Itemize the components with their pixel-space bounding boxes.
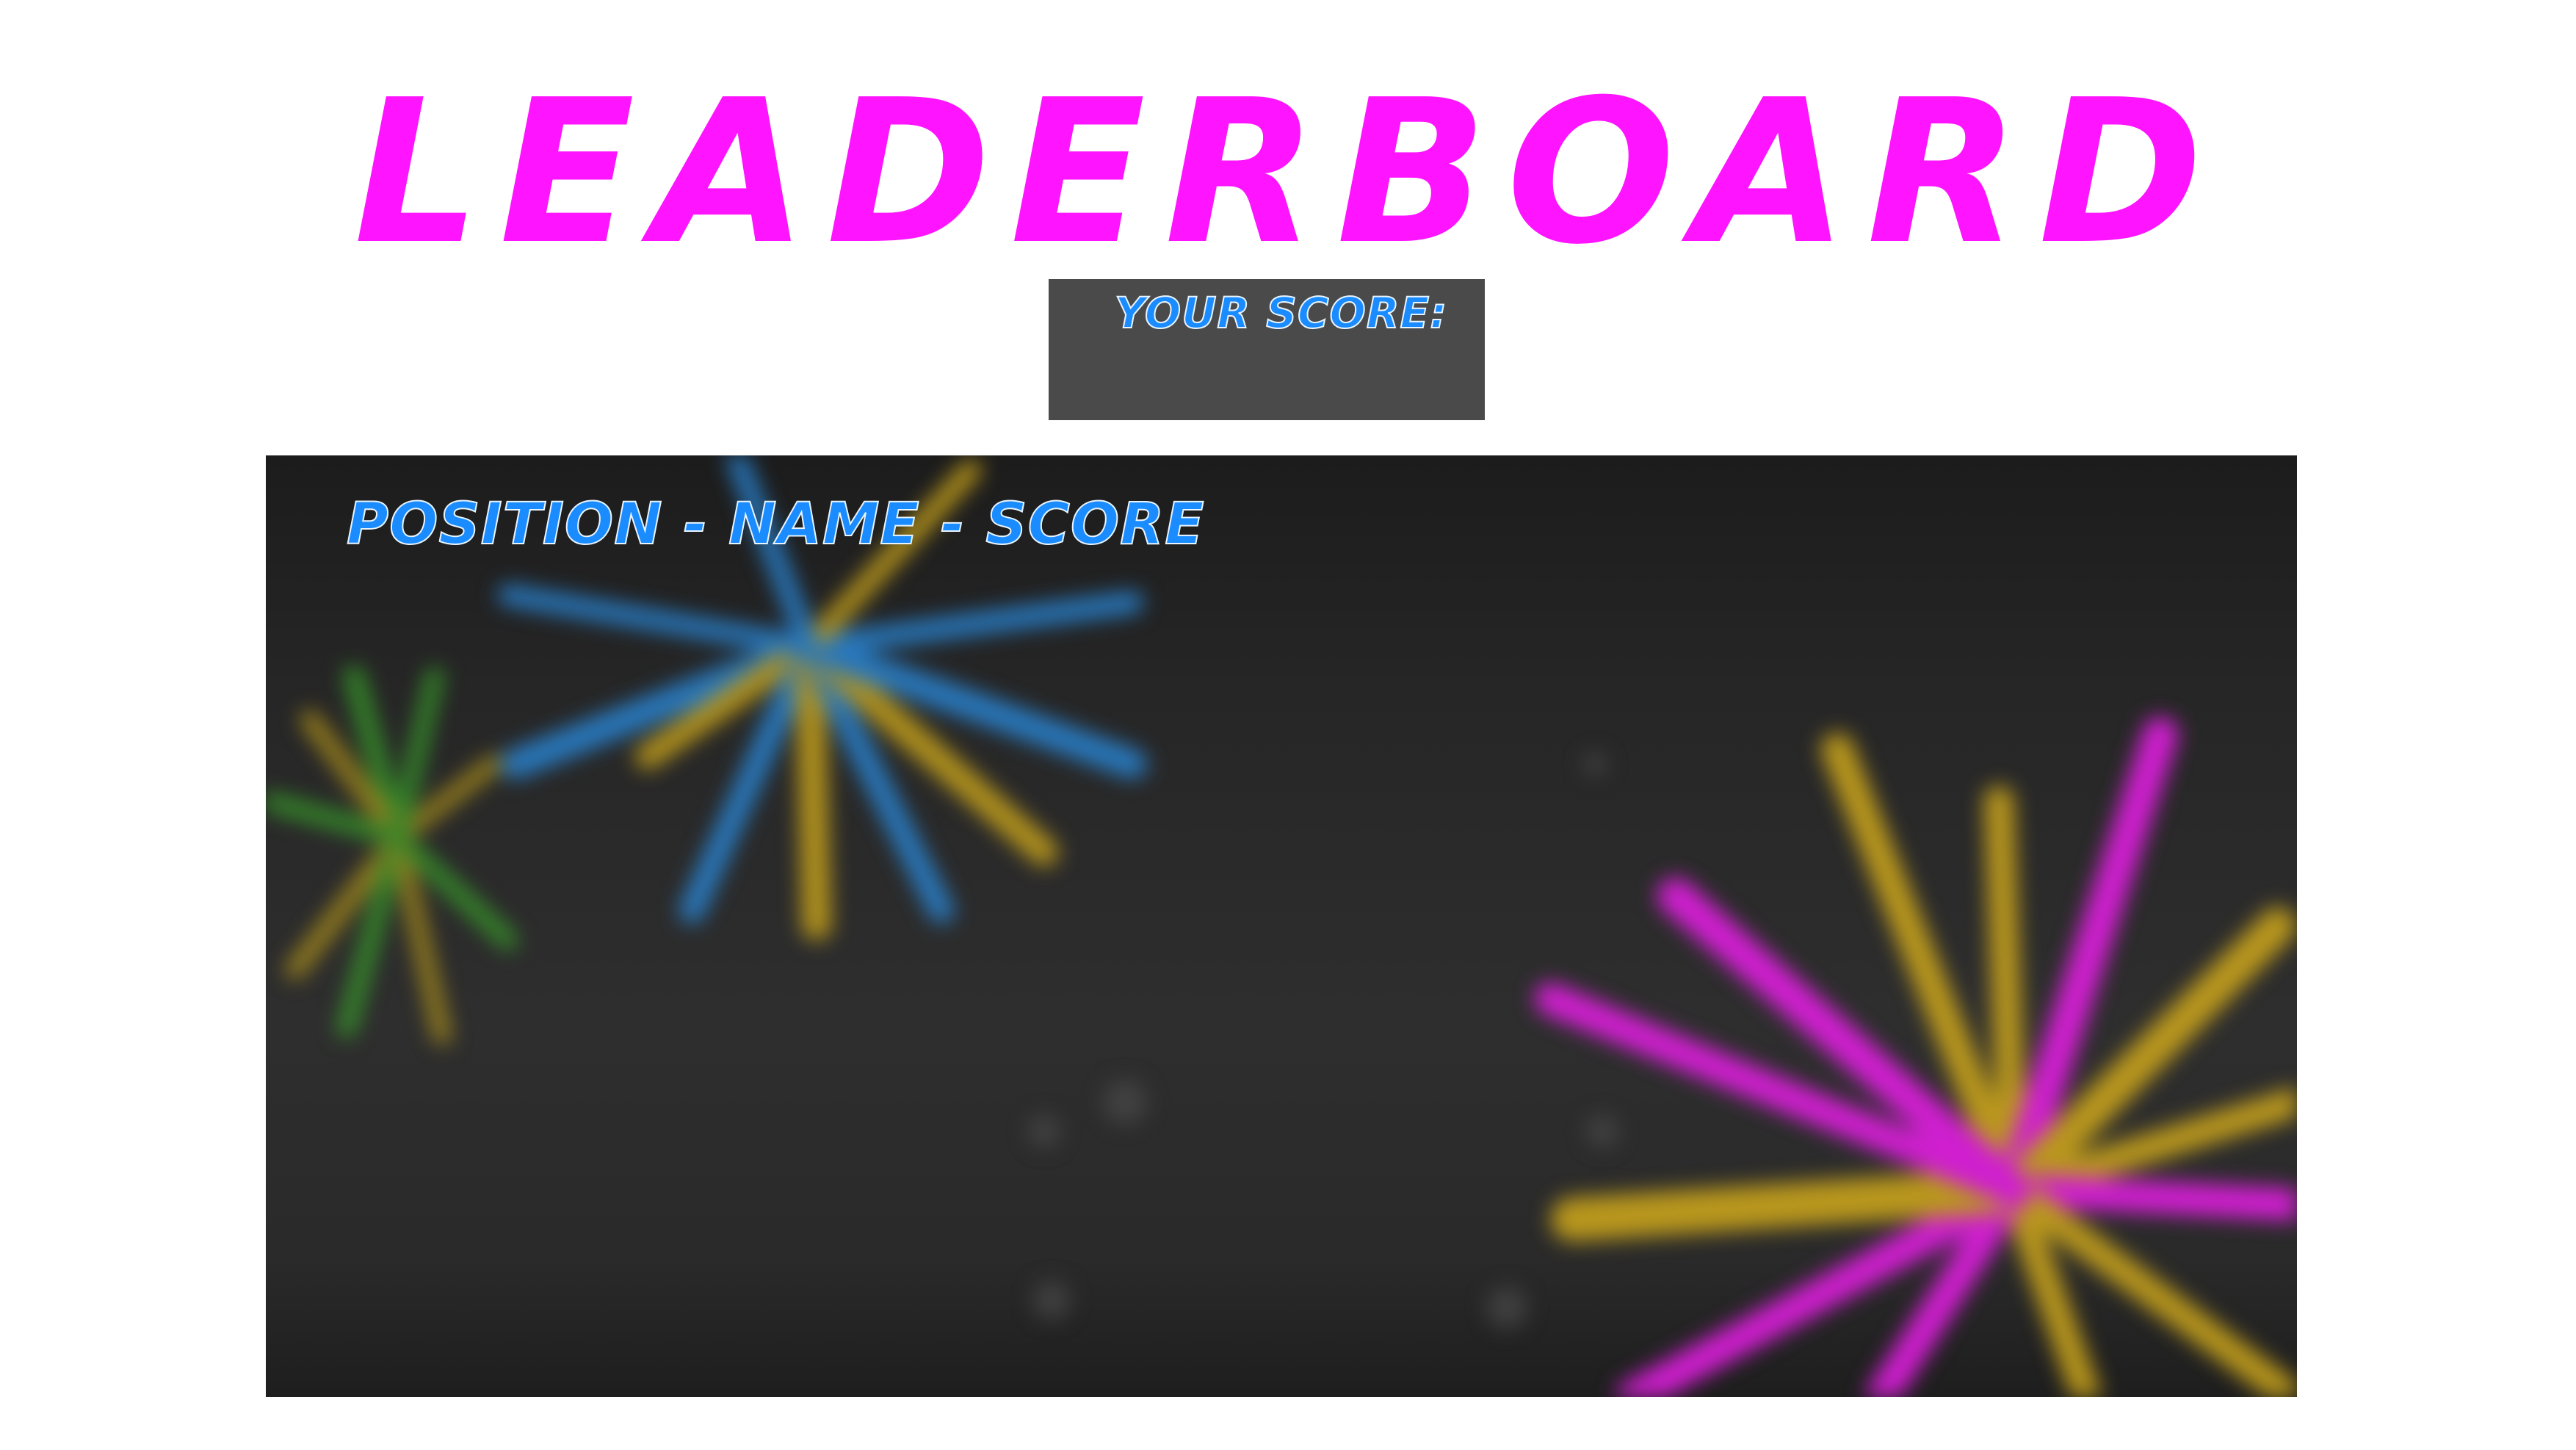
fireworks-background-image (266, 455, 2297, 1397)
leaderboard-panel: POSITION - NAME - SCORE (266, 455, 2297, 1397)
leaderboard-screen: LEADERBOARD YOUR SCORE: POSITION - NAME … (0, 0, 2576, 1450)
your-score-label: YOUR SCORE: (1114, 287, 1448, 339)
leaderboard-column-header: POSITION - NAME - SCORE (346, 491, 1205, 558)
page-title: LEADERBOARD (353, 57, 2223, 288)
your-score-panel: YOUR SCORE: (1049, 279, 1485, 420)
